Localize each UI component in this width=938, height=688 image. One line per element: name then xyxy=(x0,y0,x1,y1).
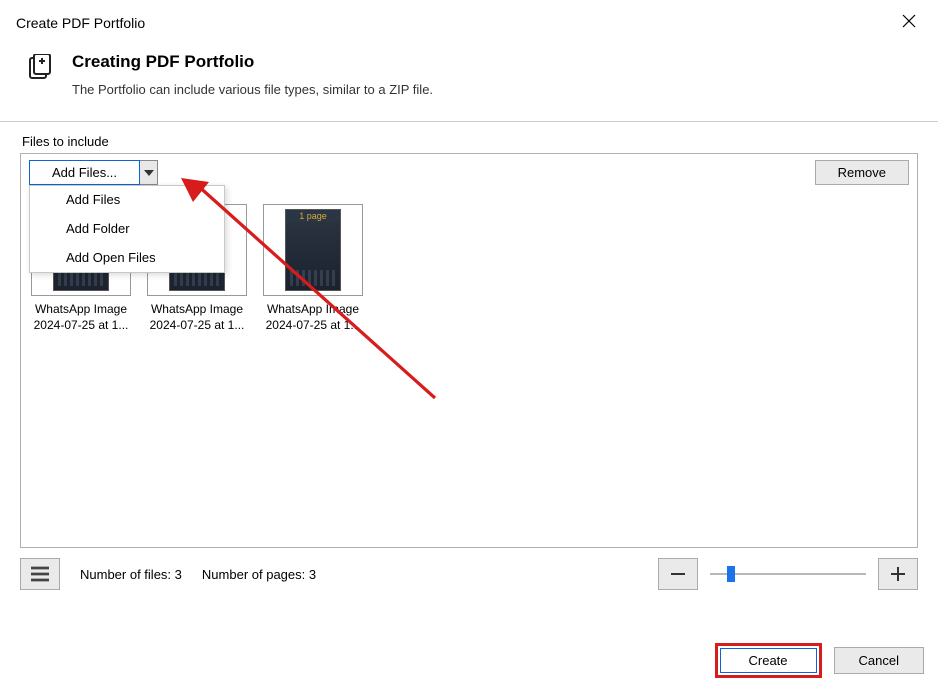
header-text: Creating PDF Portfolio The Portfolio can… xyxy=(72,52,433,97)
zoom-slider-thumb[interactable] xyxy=(727,566,735,582)
titlebar: Create PDF Portfolio xyxy=(0,0,938,44)
files-section: Files to include Add Files... Remove Add… xyxy=(0,122,938,590)
dialog-create-pdf-portfolio: Create PDF Portfolio Creating PDF Portfo… xyxy=(0,0,938,688)
list-view-button[interactable] xyxy=(20,558,60,590)
dropdown-item-add-folder[interactable]: Add Folder xyxy=(30,215,224,244)
dialog-title: Create PDF Portfolio xyxy=(16,15,145,31)
thumbnail-item[interactable]: 1 page WhatsApp Image 2024-07-25 at 1... xyxy=(261,204,365,333)
header: Creating PDF Portfolio The Portfolio can… xyxy=(0,44,938,121)
thumbnail-name-line1: WhatsApp Image xyxy=(29,302,133,318)
portfolio-icon xyxy=(28,54,54,97)
files-to-include-label: Files to include xyxy=(22,134,918,149)
create-button-highlight: Create xyxy=(715,643,822,678)
page-count-badge: 1 page xyxy=(286,210,340,222)
dropdown-item-add-files[interactable]: Add Files xyxy=(30,186,224,215)
thumbnail-name-line2: 2024-07-25 at 1... xyxy=(29,318,133,334)
cancel-button[interactable]: Cancel xyxy=(834,647,924,674)
add-files-button[interactable]: Add Files... xyxy=(29,160,140,185)
plus-icon xyxy=(889,565,907,583)
thumbnail-name-line1: WhatsApp Image xyxy=(261,302,365,318)
dropdown-item-add-open-files[interactable]: Add Open Files xyxy=(30,244,224,273)
files-listbox: Add Files... Remove Add Files Add Folder… xyxy=(20,153,918,548)
remove-button[interactable]: Remove xyxy=(815,160,909,185)
thumbnail-name-line2: 2024-07-25 at 1... xyxy=(145,318,249,334)
header-subtitle: The Portfolio can include various file t… xyxy=(72,82,433,97)
zoom-in-button[interactable] xyxy=(878,558,918,590)
thumbnail-name-line1: WhatsApp Image xyxy=(145,302,249,318)
status-bar: Number of files: 3 Number of pages: 3 xyxy=(20,558,918,590)
pages-count-label: Number of pages: 3 xyxy=(202,567,316,582)
minus-icon xyxy=(669,565,687,583)
close-icon xyxy=(902,14,916,28)
zoom-slider[interactable] xyxy=(710,564,866,584)
zoom-out-button[interactable] xyxy=(658,558,698,590)
list-icon xyxy=(30,566,50,582)
close-button[interactable] xyxy=(896,10,922,36)
thumbnail-preview: 1 page xyxy=(263,204,363,296)
add-files-dropdown-toggle[interactable] xyxy=(140,160,158,185)
create-button[interactable]: Create xyxy=(720,648,817,673)
add-files-dropdown-menu: Add Files Add Folder Add Open Files xyxy=(29,185,225,273)
files-count-label: Number of files: 3 xyxy=(80,567,182,582)
dialog-footer: Create Cancel xyxy=(715,643,925,678)
thumbnail-name-line2: 2024-07-25 at 1... xyxy=(261,318,365,334)
header-title: Creating PDF Portfolio xyxy=(72,52,433,72)
chevron-down-icon xyxy=(144,170,154,176)
